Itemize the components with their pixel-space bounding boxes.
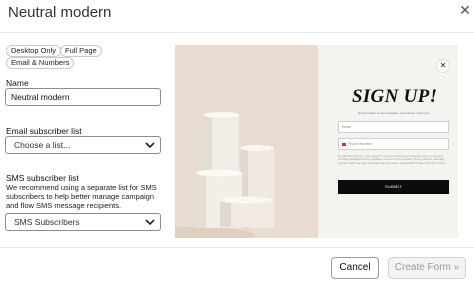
email-list-label: Email subscriber list xyxy=(6,126,82,136)
pedestal-image xyxy=(175,112,274,238)
email-list-value: Choose a list... xyxy=(14,140,71,150)
close-icon[interactable]: ✕ xyxy=(457,2,473,18)
chevron-down-icon xyxy=(145,219,155,226)
preview-photo xyxy=(175,45,318,238)
chevron-down-icon xyxy=(145,142,155,149)
create-form-button[interactable]: Create Form » xyxy=(388,257,466,279)
preview-phone-placeholder: Phone Number xyxy=(348,142,373,146)
email-list-select[interactable]: Choose a list... xyxy=(5,136,161,154)
preview-phone-field: Phone Number xyxy=(338,138,449,150)
flag-icon xyxy=(342,142,346,146)
preview-subtext: Get the latest on new releases, promotio… xyxy=(357,111,431,115)
header-divider xyxy=(0,32,474,33)
cancel-button[interactable]: Cancel xyxy=(331,257,379,279)
preview-fine-print: By submitting this form, you consent to … xyxy=(338,155,447,165)
modal-title: Neutral modern xyxy=(8,4,112,21)
preview-close-icon: ✕ xyxy=(436,59,450,73)
tag-full-page: Full Page xyxy=(60,45,102,57)
sms-help-text: We recommend using a separate list for S… xyxy=(6,183,157,210)
sms-list-select[interactable]: SMS Subscribers xyxy=(5,213,161,231)
preview-submit-button: SUBMIT xyxy=(338,180,449,194)
sms-list-value: SMS Subscribers xyxy=(14,217,80,227)
name-label: Name xyxy=(6,78,29,88)
name-input[interactable]: Neutral modern xyxy=(5,88,161,106)
footer-divider xyxy=(0,247,474,248)
tag-email-numbers: Email & Numbers xyxy=(6,57,75,69)
preview-heading: SIGN UP! xyxy=(352,86,438,107)
tag-desktop-only: Desktop Only xyxy=(6,45,62,57)
preview-email-field: Email xyxy=(338,121,449,133)
sms-list-label: SMS subscriber list xyxy=(6,173,79,183)
